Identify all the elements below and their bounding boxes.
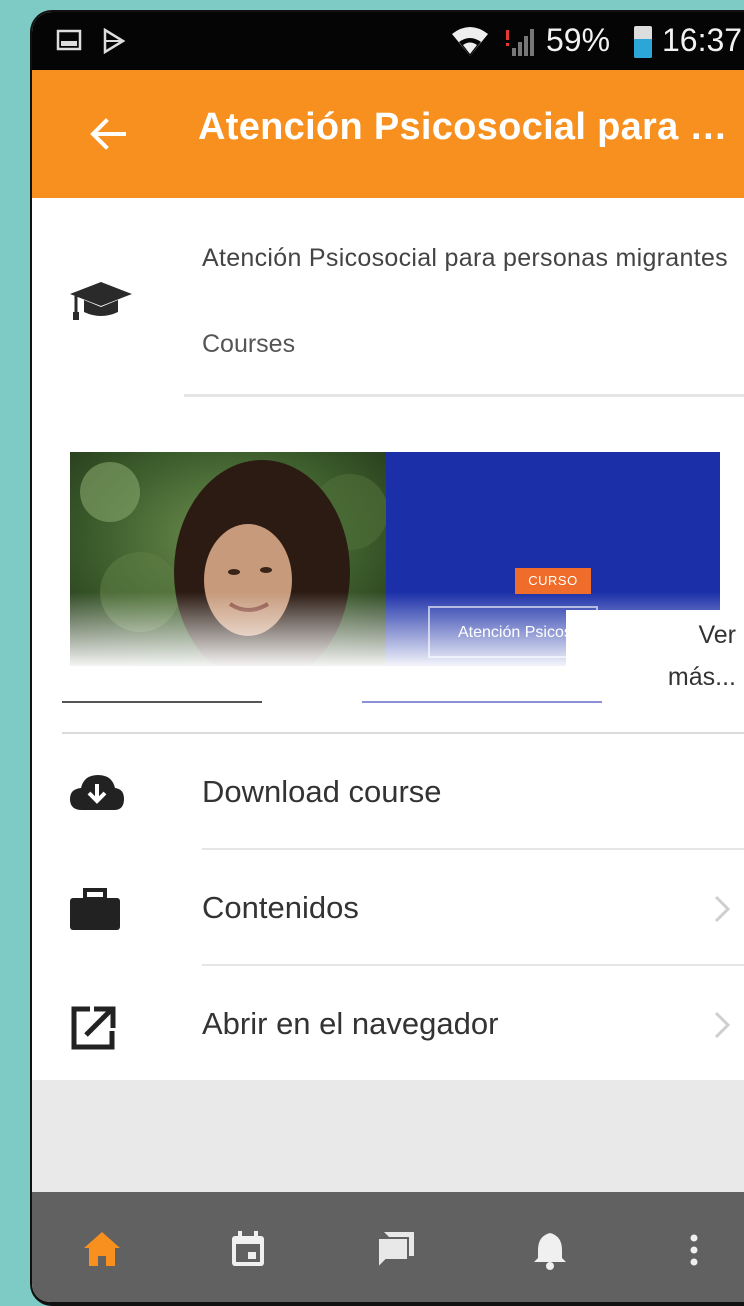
chevron-right-icon bbox=[714, 1011, 731, 1039]
course-options-list: Download course Contenidos Abrir en el n… bbox=[32, 734, 744, 1082]
bottom-navigation bbox=[32, 1192, 744, 1302]
arrow-left-icon[interactable] bbox=[86, 112, 130, 156]
graduation-cap-icon bbox=[70, 282, 132, 320]
empty-area bbox=[32, 1080, 744, 1194]
chevron-right-icon bbox=[714, 895, 731, 923]
divider bbox=[62, 701, 602, 703]
wifi-icon bbox=[452, 27, 488, 56]
page-title: Atención Psicosocial para personas migra… bbox=[198, 106, 744, 148]
play-store-icon bbox=[103, 28, 126, 54]
gallery-icon bbox=[56, 29, 82, 51]
battery-percentage: 59% bbox=[546, 22, 611, 58]
see-more-label: Ver más... bbox=[667, 621, 736, 691]
home-icon[interactable] bbox=[80, 1228, 124, 1272]
calendar-icon[interactable] bbox=[226, 1228, 270, 1272]
more-icon[interactable] bbox=[672, 1228, 716, 1272]
item-label: Download course bbox=[202, 774, 442, 809]
app-bar: Atención Psicosocial para personas migra… bbox=[32, 70, 744, 198]
messages-icon[interactable] bbox=[374, 1228, 418, 1272]
status-bar: 59% 16:37 bbox=[32, 12, 744, 70]
signal-icon bbox=[506, 29, 534, 56]
external-link-icon bbox=[71, 1006, 116, 1050]
contents-item[interactable]: Contenidos bbox=[32, 850, 744, 966]
course-name: Atención Psicosocial para personas migra… bbox=[202, 244, 728, 272]
screen: 59% 16:37 Atención Psicosocial para pers… bbox=[32, 12, 744, 1302]
battery-icon bbox=[634, 26, 652, 58]
notifications-icon[interactable] bbox=[528, 1228, 572, 1272]
divider bbox=[184, 394, 744, 397]
briefcase-icon bbox=[70, 888, 120, 930]
course-category: Courses bbox=[202, 330, 296, 358]
see-more-button[interactable]: Ver más... bbox=[566, 610, 744, 691]
cloud-download-icon bbox=[70, 775, 124, 810]
item-label: Abrir en el navegador bbox=[202, 1006, 499, 1041]
open-in-browser-item[interactable]: Abrir en el navegador bbox=[32, 966, 744, 1082]
course-header: Atención Psicosocial para personas migra… bbox=[32, 198, 744, 398]
download-course-item[interactable]: Download course bbox=[32, 734, 744, 850]
course-badge: CURSO bbox=[515, 568, 591, 594]
item-label: Contenidos bbox=[202, 890, 359, 925]
status-time: 16:37 bbox=[662, 22, 743, 58]
phone-frame: 59% 16:37 Atención Psicosocial para pers… bbox=[30, 10, 744, 1306]
